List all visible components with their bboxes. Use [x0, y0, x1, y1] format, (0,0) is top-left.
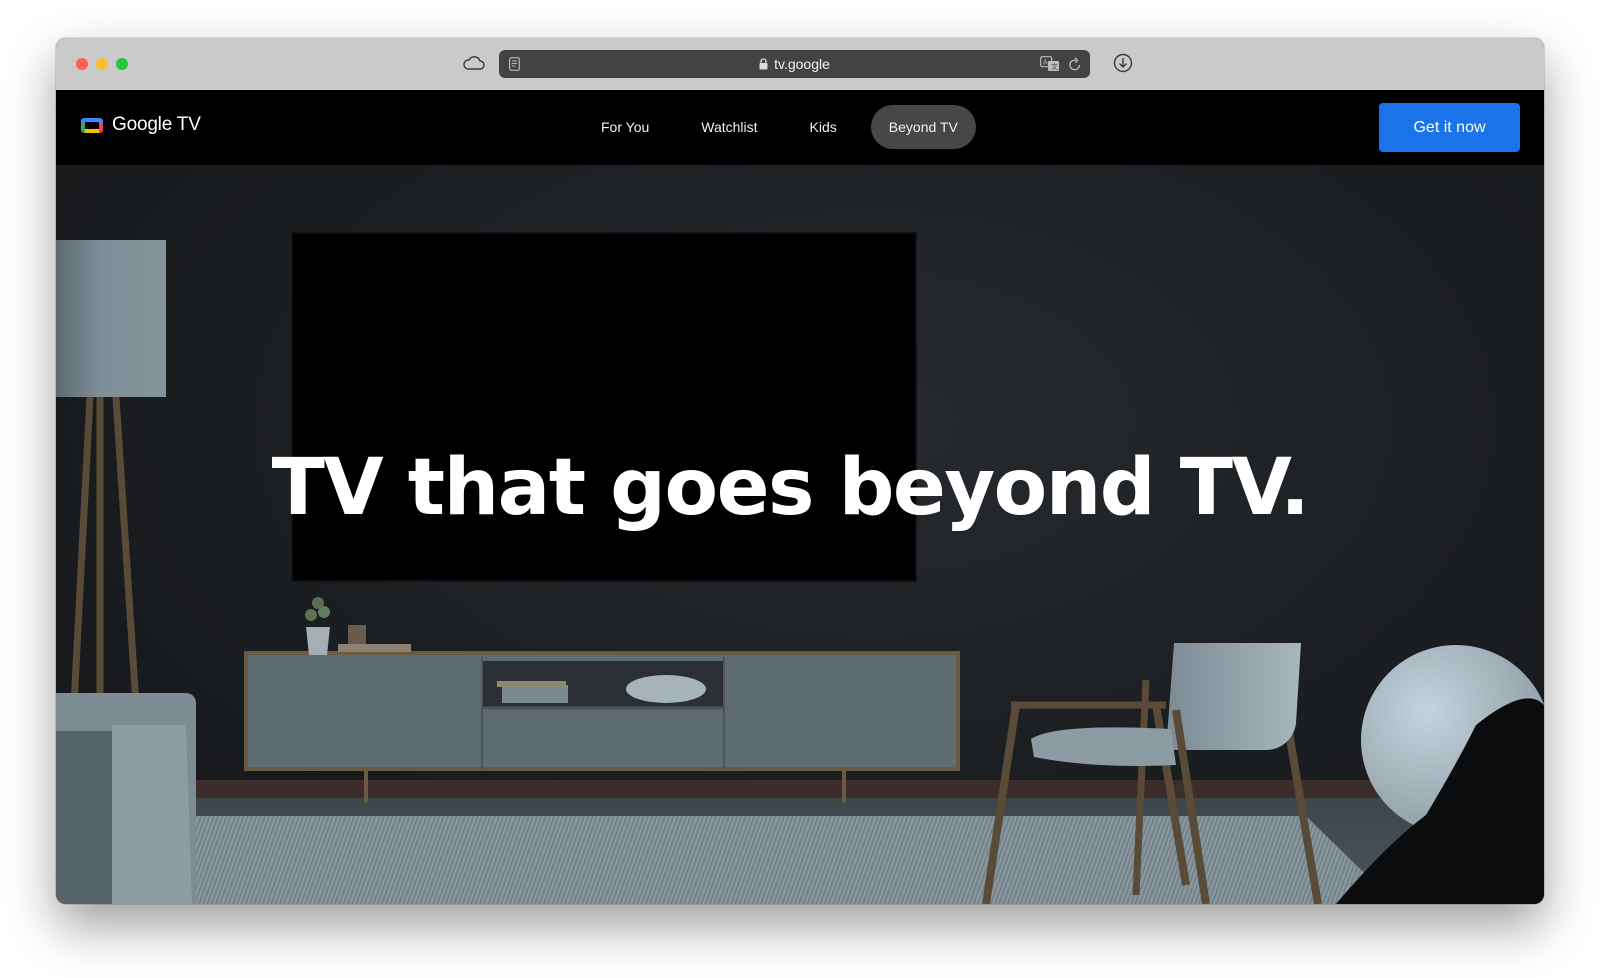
lock-icon [759, 58, 768, 70]
nav-item-for-you[interactable]: For You [583, 105, 667, 149]
get-it-now-button[interactable]: Get it now [1379, 103, 1520, 152]
download-icon[interactable] [1113, 53, 1133, 73]
logo-text: Google TV [112, 114, 201, 135]
reload-icon[interactable] [1068, 56, 1082, 72]
svg-text:文: 文 [1051, 62, 1058, 71]
cloud-icon[interactable] [462, 53, 486, 73]
translate-icon[interactable]: A 文 [1040, 56, 1060, 72]
living-room-background-image [56, 232, 1544, 904]
nav-item-watchlist[interactable]: Watchlist [683, 105, 775, 149]
close-window-button[interactable] [76, 58, 88, 70]
svg-text:A: A [1043, 60, 1048, 67]
url-text: tv.google [774, 56, 830, 72]
site-header: Google TV For You Watchlist Kids Beyond … [56, 90, 1544, 165]
hero-section: TV that goes beyond TV. [56, 165, 1544, 904]
browser-toolbar: tv.google A 文 [56, 38, 1544, 90]
main-nav: For You Watchlist Kids Beyond TV [583, 105, 976, 149]
zoom-window-button[interactable] [116, 58, 128, 70]
minimize-window-button[interactable] [96, 58, 108, 70]
browser-window: tv.google A 文 Google TV For You Watchlis… [56, 38, 1544, 904]
google-tv-logo-icon [81, 117, 103, 133]
nav-item-kids[interactable]: Kids [792, 105, 855, 149]
nav-item-beyond-tv[interactable]: Beyond TV [870, 105, 976, 149]
address-bar[interactable]: tv.google A 文 [499, 50, 1090, 78]
google-tv-logo[interactable]: Google TV [80, 114, 201, 136]
hero-headline: TV that goes beyond TV. [271, 443, 1310, 533]
